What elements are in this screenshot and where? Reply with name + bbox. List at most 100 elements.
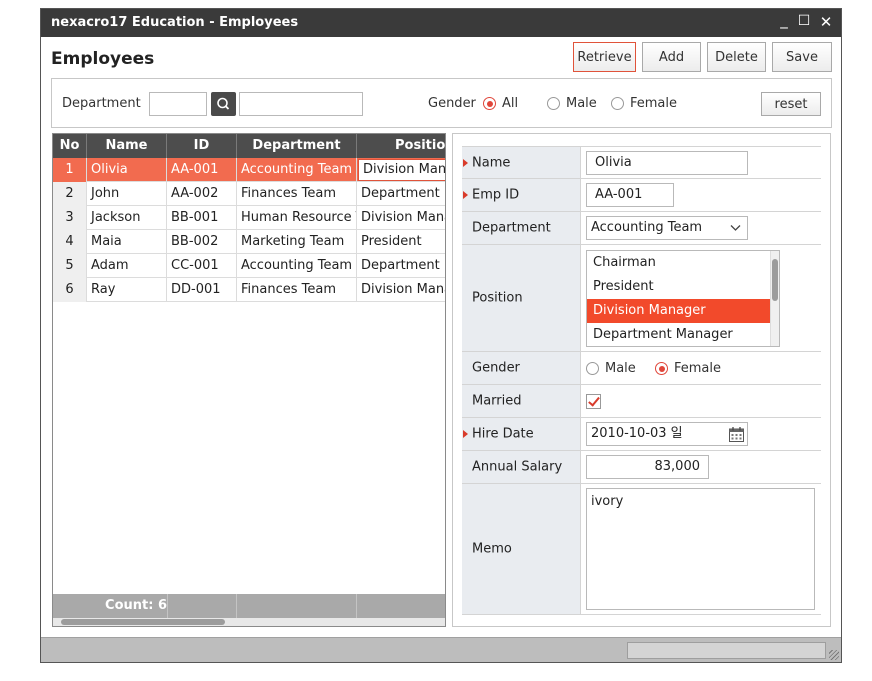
position-option[interactable]: Chairman: [587, 251, 770, 275]
cell-id: BB-002: [167, 230, 237, 254]
cell-position: Division Manager: [357, 278, 445, 302]
cell-id: AA-001: [167, 158, 237, 182]
cell-department: Marketing Team: [237, 230, 357, 254]
search-icon: [217, 97, 230, 110]
empid-input[interactable]: AA-001: [586, 183, 674, 207]
gender-female-label: Female: [630, 96, 678, 111]
cell-position: President: [357, 230, 445, 254]
cell-name: Ray: [87, 278, 167, 302]
gender-label: Gender: [428, 96, 476, 111]
search-button[interactable]: [211, 92, 236, 116]
summary-cell: [357, 594, 445, 618]
table-row[interactable]: 2 John AA-002 Finances Team Department M…: [53, 182, 445, 206]
cell-department: Accounting Team: [237, 158, 357, 182]
gender-female-radio[interactable]: [611, 97, 624, 110]
cell-id: BB-001: [167, 206, 237, 230]
position-option[interactable]: President: [587, 275, 770, 299]
married-checkbox[interactable]: [586, 394, 601, 409]
employees-window: nexacro17 Education - Employees _ ☐ ✕ Em…: [40, 8, 842, 663]
cell-position: Department Manager: [357, 182, 445, 206]
count-label: Count: 6: [105, 598, 167, 613]
position-option-selected[interactable]: Division Manager: [587, 299, 770, 323]
cell-department: Finances Team: [237, 182, 357, 206]
minimize-icon[interactable]: _: [775, 11, 793, 29]
form-row-position: Position Chairman President Division Man…: [462, 245, 821, 352]
table-row[interactable]: 3 Jackson BB-001 Human Resource Team Div…: [53, 206, 445, 230]
listbox-scrollbar[interactable]: [770, 251, 779, 346]
retrieve-button[interactable]: Retrieve: [573, 42, 636, 72]
add-button[interactable]: Add: [642, 42, 701, 72]
col-header-id[interactable]: ID: [167, 134, 237, 158]
employee-detail-form: Name Olivia Emp ID AA-001 Department Acc…: [452, 133, 831, 627]
gender-all-label: All: [502, 96, 519, 111]
scrollbar-thumb[interactable]: [772, 259, 778, 301]
cell-department: Finances Team: [237, 278, 357, 302]
position-option[interactable]: Department Manager: [587, 323, 770, 346]
grid-horizontal-scrollbar[interactable]: [53, 618, 445, 626]
window-title: nexacro17 Education - Employees: [51, 15, 299, 30]
gender-male-radio[interactable]: [547, 97, 560, 110]
gender-female-label: Female: [674, 361, 722, 376]
position-listbox[interactable]: Chairman President Division Manager Depa…: [586, 250, 780, 347]
chevron-down-icon[interactable]: [730, 224, 741, 232]
department-combo[interactable]: Accounting Team: [586, 216, 748, 240]
status-progress-box: [627, 642, 826, 659]
department-code-input[interactable]: [149, 92, 207, 116]
hire-date-label: Hire Date: [472, 426, 534, 442]
gender-male-label: Male: [605, 361, 636, 376]
gender-label: Gender: [472, 360, 520, 376]
table-row[interactable]: 4 Maia BB-002 Marketing Team President: [53, 230, 445, 254]
hire-date-value: 2010-10-03 일: [591, 426, 683, 441]
salary-input[interactable]: 83,000: [586, 455, 709, 479]
cell-no: 4: [53, 230, 87, 254]
form-row-gender: Gender Male Female: [462, 352, 821, 385]
maximize-icon[interactable]: ☐: [795, 13, 813, 29]
cell-no: 5: [53, 254, 87, 278]
cell-no: 2: [53, 182, 87, 206]
hire-date-input[interactable]: 2010-10-03 일: [586, 422, 748, 446]
col-header-department[interactable]: Department: [237, 134, 357, 158]
close-icon[interactable]: ✕: [817, 13, 835, 31]
gender-male-label: Male: [566, 96, 597, 111]
form-row-department: Department Accounting Team: [462, 212, 821, 245]
employee-grid[interactable]: No Name ID Department Position 1 Olivia …: [52, 133, 446, 627]
department-name-input[interactable]: [239, 92, 363, 116]
name-input[interactable]: Olivia: [586, 151, 748, 175]
cell-position: Division Manager: [357, 206, 445, 230]
title-bar[interactable]: nexacro17 Education - Employees _ ☐ ✕: [41, 9, 841, 37]
col-header-position[interactable]: Position: [357, 134, 445, 158]
page-title: Employees: [51, 49, 155, 69]
form-row-name: Name Olivia: [462, 146, 821, 179]
department-label: Department: [62, 96, 141, 111]
name-label: Name: [472, 155, 511, 170]
required-marker: [463, 430, 468, 438]
scrollbar-thumb[interactable]: [61, 619, 225, 625]
cell-id: DD-001: [167, 278, 237, 302]
memo-textarea[interactable]: ivory: [586, 488, 815, 610]
reset-button[interactable]: reset: [761, 92, 821, 116]
required-marker: [463, 158, 468, 167]
cell-position-editor[interactable]: Division Manager: [358, 159, 445, 181]
gender-male-radio[interactable]: [586, 362, 599, 375]
gender-all-radio[interactable]: [483, 97, 496, 110]
delete-button[interactable]: Delete: [707, 42, 766, 72]
position-label: Position: [472, 290, 523, 306]
resize-grip-icon[interactable]: [829, 650, 839, 660]
form-row-hire-date: Hire Date 2010-10-03 일: [462, 418, 821, 451]
calendar-icon[interactable]: [728, 426, 745, 443]
table-row[interactable]: 1 Olivia AA-001 Accounting Team Division…: [53, 158, 445, 182]
married-label: Married: [472, 393, 522, 409]
empid-label: Emp ID: [472, 187, 520, 203]
save-button[interactable]: Save: [772, 42, 832, 72]
department-combo-value: Accounting Team: [591, 220, 703, 235]
memo-label: Memo: [472, 541, 512, 557]
gender-female-radio[interactable]: [655, 362, 668, 375]
table-row[interactable]: 5 Adam CC-001 Accounting Team Department…: [53, 254, 445, 278]
cell-name: Maia: [87, 230, 167, 254]
cell-id: AA-002: [167, 182, 237, 206]
form-row-salary: Annual Salary 83,000: [462, 451, 821, 484]
col-header-name[interactable]: Name: [87, 134, 167, 158]
cell-department: Accounting Team: [237, 254, 357, 278]
col-header-no[interactable]: No: [53, 134, 87, 158]
table-row[interactable]: 6 Ray DD-001 Finances Team Division Mana…: [53, 278, 445, 302]
